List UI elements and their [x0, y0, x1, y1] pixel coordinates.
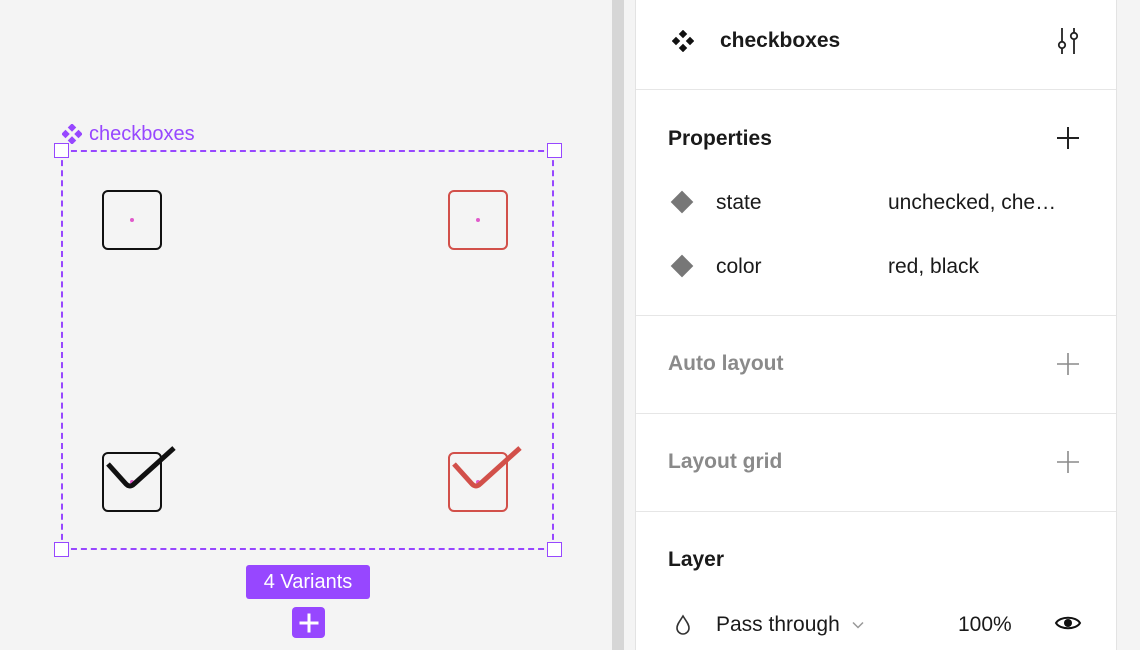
auto-layout-section: Auto layout [636, 316, 1116, 414]
variants-count-badge: 4 Variants [246, 565, 370, 599]
chevron-down-icon [852, 621, 864, 629]
frame-label[interactable]: checkboxes [62, 121, 195, 147]
frame-label-text: checkboxes [89, 123, 195, 145]
diamond-icon [670, 190, 694, 214]
droplet-icon [676, 614, 690, 635]
checkmark-icon [106, 446, 176, 489]
resize-handle-bottom-left[interactable] [54, 542, 69, 557]
checkbox-variant-unchecked-red[interactable] [448, 190, 508, 250]
resize-handle-top-right[interactable] [547, 143, 562, 158]
add-property-button[interactable] [1056, 126, 1080, 150]
center-point [130, 218, 134, 222]
plus-icon [299, 613, 318, 632]
add-layout-grid-button[interactable] [1056, 450, 1080, 474]
opacity-input[interactable]: 100% [958, 612, 1012, 638]
checkmark-icon [452, 446, 522, 489]
component-set-icon [62, 124, 82, 144]
blend-mode-select[interactable]: Pass through [716, 610, 864, 640]
add-auto-layout-button[interactable] [1056, 352, 1080, 376]
component-icon [672, 30, 694, 52]
property-value: red, black [888, 255, 980, 278]
properties-title: Properties [668, 127, 772, 150]
component-name: checkboxes [720, 29, 841, 52]
add-variant-button[interactable] [292, 607, 325, 638]
properties-section: Properties state unchecked, che… color r… [636, 90, 1116, 316]
auto-layout-title: Auto layout [668, 352, 784, 375]
diamond-icon [670, 254, 694, 278]
design-panel: checkboxes Properties state unchecked, c… [636, 0, 1116, 650]
resize-handle-top-left[interactable] [54, 143, 69, 158]
panel-border [624, 0, 636, 650]
resize-handle-bottom-right[interactable] [547, 542, 562, 557]
variants-count-label: 4 Variants [263, 570, 353, 593]
right-gutter [1116, 0, 1140, 650]
layer-section: Layer Pass through 100% [636, 512, 1116, 650]
property-row-color[interactable]: color red, black [636, 246, 1116, 286]
property-row-state[interactable]: state unchecked, che… [636, 182, 1116, 222]
panel-header: checkboxes [636, 0, 1116, 90]
canvas[interactable]: checkboxes 4 Variants [0, 0, 612, 650]
canvas-panel-divider [612, 0, 624, 650]
checkbox-variant-unchecked-black[interactable] [102, 190, 162, 250]
eye-icon[interactable] [1054, 612, 1082, 634]
property-name: color [716, 255, 762, 278]
layout-grid-section: Layout grid [636, 414, 1116, 512]
layer-title: Layer [668, 548, 725, 571]
property-value: unchecked, che… [888, 191, 1057, 214]
layout-grid-title: Layout grid [668, 450, 783, 473]
blend-mode-value: Pass through [716, 613, 840, 636]
center-point [476, 218, 480, 222]
tune-icon[interactable] [1054, 26, 1082, 56]
property-name: state [716, 191, 762, 214]
